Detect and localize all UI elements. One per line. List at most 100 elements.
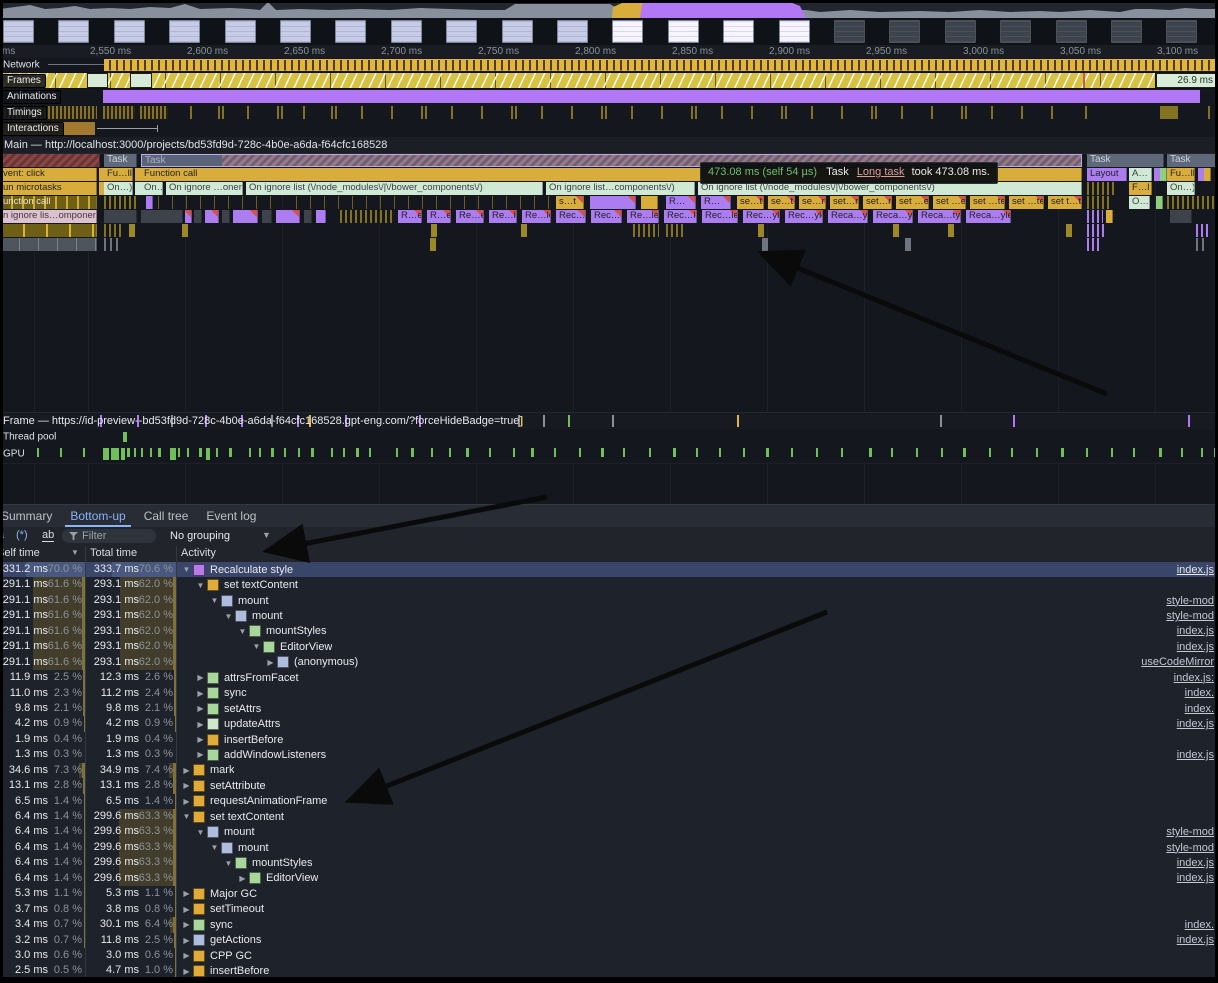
film-thumbnail[interactable]: [1166, 20, 1197, 43]
expand-closed-icon[interactable]: ▶: [264, 658, 277, 667]
flame-block[interactable]: [185, 210, 192, 223]
table-row[interactable]: 291.1 ms61.6 %293.1 ms62.0 %▼mountStyles…: [0, 624, 1218, 639]
film-thumbnail[interactable]: [1056, 20, 1087, 43]
sort-direction-icon[interactable]: ▼: [71, 548, 79, 557]
table-row[interactable]: 4.2 ms0.9 %4.2 ms0.9 %▶updateAttrsindex.…: [0, 716, 1218, 731]
flame-block[interactable]: [590, 196, 636, 209]
self-time-header[interactable]: Self time: [0, 547, 40, 559]
flame-block[interactable]: Re…le: [522, 210, 551, 223]
expand-open-icon[interactable]: ▼: [194, 828, 207, 837]
flame-block[interactable]: [104, 196, 137, 209]
source-link[interactable]: index.: [1185, 703, 1214, 715]
expand-closed-icon[interactable]: ▶: [180, 936, 193, 945]
flame-block[interactable]: [430, 238, 436, 251]
source-link[interactable]: style-mod: [1166, 610, 1214, 622]
table-row[interactable]: 1.3 ms0.3 %1.3 ms0.3 %▶addWindowListener…: [0, 747, 1218, 762]
time-ruler[interactable]: ms2,550 ms2,600 ms2,650 ms2,700 ms2,750 …: [0, 45, 1218, 59]
good-frame-block[interactable]: [130, 73, 152, 88]
flame-block[interactable]: Rec…le: [702, 210, 738, 223]
flame-block[interactable]: [129, 224, 135, 237]
film-thumbnail[interactable]: [723, 20, 754, 43]
flame-block[interactable]: On ignore …onents\/): [166, 182, 243, 195]
table-row[interactable]: 3.0 ms0.6 %3.0 ms0.6 %▶CPP GC: [0, 948, 1218, 963]
expand-closed-icon[interactable]: ▶: [194, 704, 207, 713]
flame-block[interactable]: n ignore lis…omponents\/): [0, 210, 97, 223]
flame-block[interactable]: [1167, 196, 1217, 209]
table-row[interactable]: 5.3 ms1.1 %5.3 ms1.1 %▶Major GC: [0, 886, 1218, 901]
table-row[interactable]: 9.8 ms2.1 %9.8 ms2.1 %▶setAttrsindex.: [0, 701, 1218, 716]
source-link[interactable]: useCodeMirror: [1141, 656, 1214, 668]
expand-open-icon[interactable]: ▼: [208, 843, 221, 852]
table-row[interactable]: 291.1 ms61.6 %293.1 ms62.0 %▼mountstyle-…: [0, 593, 1218, 608]
flame-block[interactable]: Reca…yle: [873, 210, 913, 223]
flame-block[interactable]: un microtasks: [0, 182, 97, 195]
film-thumbnail[interactable]: [945, 20, 976, 43]
frames-track[interactable]: 26.9 ms Frames: [0, 72, 1218, 89]
flame-block[interactable]: F…l: [1129, 182, 1152, 195]
flame-block[interactable]: [521, 224, 527, 237]
interactions-track[interactable]: Interactions: [0, 121, 1218, 137]
film-thumbnail[interactable]: [612, 20, 643, 43]
activity-header[interactable]: Activity: [181, 547, 216, 559]
expand-closed-icon[interactable]: ▶: [180, 797, 193, 806]
expand-open-icon[interactable]: ▼: [250, 642, 263, 651]
flame-block[interactable]: s…t: [556, 196, 584, 209]
flame-block[interactable]: set …tent: [970, 196, 1005, 209]
film-thumbnail[interactable]: [391, 20, 422, 43]
expand-open-icon[interactable]: ▼: [236, 627, 249, 636]
flame-block[interactable]: [666, 224, 686, 237]
flame-block[interactable]: [146, 196, 153, 209]
source-link[interactable]: index.js: [1177, 749, 1214, 761]
table-row[interactable]: 291.1 ms61.6 %293.1 ms62.0 %▶(anonymous)…: [0, 655, 1218, 670]
flame-block[interactable]: Rec…le: [664, 210, 697, 223]
expand-closed-icon[interactable]: ▶: [236, 874, 249, 883]
expand-closed-icon[interactable]: ▶: [194, 720, 207, 729]
main-flame-chart[interactable]: TaskTaskTaskTaskvent: clickFu…llFunction…: [0, 154, 1218, 412]
flame-block[interactable]: [431, 224, 437, 237]
flame-block[interactable]: Re…e: [456, 210, 484, 223]
total-time-header[interactable]: Total time: [90, 547, 137, 559]
source-link[interactable]: index.js: [1177, 718, 1214, 730]
film-thumbnail[interactable]: [3, 20, 34, 43]
flame-block[interactable]: set …ent: [896, 196, 929, 209]
flame-block[interactable]: [1204, 168, 1211, 181]
film-thumbnail[interactable]: [502, 20, 533, 43]
expand-closed-icon[interactable]: ▶: [194, 689, 207, 698]
film-thumbnail[interactable]: [169, 20, 200, 43]
flame-block[interactable]: On…): [141, 182, 163, 195]
film-thumbnail[interactable]: [280, 20, 311, 43]
expand-open-icon[interactable]: ▼: [180, 812, 193, 821]
flame-block[interactable]: R…: [701, 196, 731, 209]
expand-open-icon[interactable]: ▼: [180, 565, 193, 574]
flame-block[interactable]: [104, 210, 137, 223]
expand-closed-icon[interactable]: ▶: [180, 889, 193, 898]
flame-block[interactable]: [296, 196, 484, 209]
table-row[interactable]: 11.9 ms2.5 %12.3 ms2.6 %▶attrsFromFaceti…: [0, 670, 1218, 685]
flame-block[interactable]: se…t: [768, 196, 795, 209]
flame-block[interactable]: [340, 210, 394, 223]
flame-block[interactable]: [205, 210, 219, 223]
flame-block[interactable]: Fu…ll: [104, 168, 133, 181]
flame-block[interactable]: set…nt: [863, 196, 892, 209]
flame-block[interactable]: [893, 224, 899, 237]
flame-block[interactable]: On ignore list…components\/): [546, 182, 695, 195]
flame-block[interactable]: [762, 238, 768, 251]
film-thumbnail[interactable]: [1000, 20, 1031, 43]
flame-block[interactable]: [1066, 224, 1072, 237]
flame-block[interactable]: [104, 238, 122, 251]
flame-block[interactable]: Rec…yle: [785, 210, 823, 223]
dropped-frame-block[interactable]: [1083, 73, 1085, 88]
flame-block[interactable]: [0, 224, 97, 237]
table-row[interactable]: 2.5 ms0.5 %4.7 ms1.0 %▶insertBefore: [0, 963, 1218, 978]
source-link[interactable]: style-mod: [1166, 595, 1214, 607]
cpu-overview-minimap[interactable]: [0, 0, 1218, 19]
source-link[interactable]: style-mod: [1166, 842, 1214, 854]
thread-pool-track[interactable]: Thread pool: [0, 429, 1218, 446]
table-row[interactable]: 3.4 ms0.7 %30.1 ms6.4 %▶syncindex.: [0, 917, 1218, 932]
source-link[interactable]: index.js: [1177, 934, 1214, 946]
flame-block[interactable]: R…e: [427, 210, 451, 223]
flame-block[interactable]: R…: [666, 196, 696, 209]
table-row[interactable]: 331.2 ms70.0 %333.7 ms70.6 %▼Recalculate…: [0, 562, 1218, 577]
flame-block[interactable]: Reca…tyle: [918, 210, 961, 223]
screenshot-filmstrip[interactable]: [0, 18, 1218, 45]
